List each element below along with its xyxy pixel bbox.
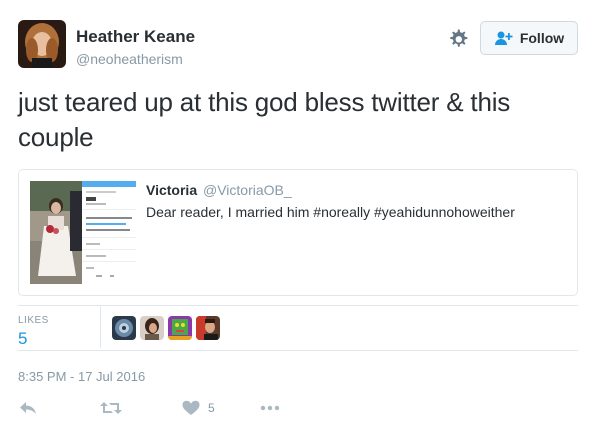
vertical-divider [100,306,101,348]
liker-avatar[interactable] [196,316,220,340]
liker-avatar[interactable] [168,316,192,340]
follow-person-icon [494,31,513,45]
reply-icon [20,402,36,414]
follow-label: Follow [519,30,565,46]
tweet-text: just teared up at this god bless twitter… [18,87,511,152]
likers-list [112,316,220,340]
author-handle[interactable]: @neoheatherism [76,51,183,67]
follow-button[interactable]: Follow [480,21,578,55]
quoted-author-handle: @VictoriaOB_ [203,182,292,198]
quoted-author[interactable]: Victoria @VictoriaOB_ [146,182,292,198]
quoted-tweet-image[interactable] [30,181,136,284]
like-count: 5 [208,401,215,415]
divider [18,305,578,306]
author-avatar[interactable] [18,20,66,68]
quoted-tweet[interactable]: Victoria @VictoriaOB_ Dear reader, I mar… [18,169,578,296]
more-icon [260,405,280,411]
author-name[interactable]: Heather Keane [76,27,195,47]
heart-icon [182,400,200,415]
retweet-icon [100,402,122,414]
liker-avatar[interactable] [140,316,164,340]
quoted-tweet-text: Dear reader, I married him #noreally #ye… [146,204,515,220]
liker-avatar[interactable] [112,316,136,340]
gear-icon[interactable] [446,27,470,51]
divider [18,350,578,351]
likes-label: LIKES [18,315,49,326]
more-button[interactable] [260,398,280,418]
likes-count[interactable]: 5 [18,329,27,349]
retweet-button[interactable] [100,398,122,418]
reply-button[interactable] [18,398,38,418]
tweet-timestamp[interactable]: 8:35 PM - 17 Jul 2016 [18,369,145,384]
like-button[interactable]: 5 [182,398,215,418]
quoted-author-name: Victoria [146,182,198,198]
